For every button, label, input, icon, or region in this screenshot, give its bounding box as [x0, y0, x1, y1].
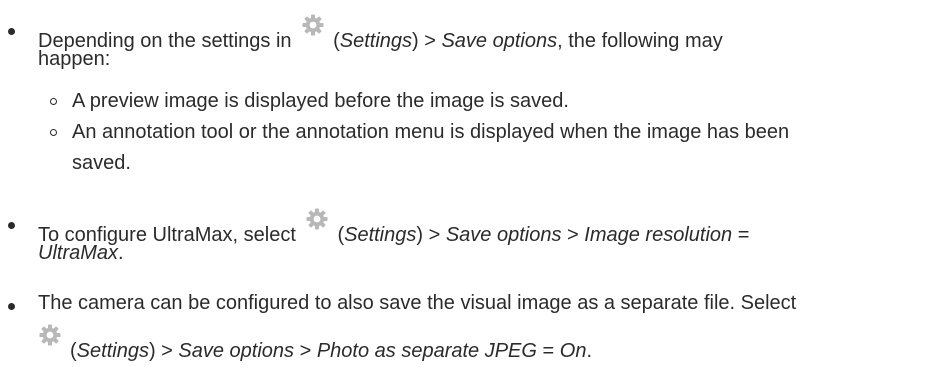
- instruction-list: Depending on the settings in (Settings) …: [0, 0, 952, 362]
- text-fragment: An annotation tool or the annotation men…: [72, 121, 790, 143]
- text-fragment: >: [294, 340, 317, 362]
- sub-bullet-ring: [50, 129, 57, 136]
- menu-path-settings: Settings: [76, 340, 149, 362]
- sub-item-text: An annotation tool or the annotation men…: [72, 117, 922, 148]
- text-fragment: saved.: [72, 152, 131, 174]
- item-line-2: (Settings) > Save options > Photo as sep…: [34, 323, 934, 367]
- text-fragment: happen:: [38, 48, 111, 70]
- bullet-dot: [8, 28, 15, 35]
- gear-icon: [38, 323, 62, 347]
- list-item-save-options: Depending on the settings in (Settings) …: [0, 8, 952, 78]
- gear-icon: [305, 207, 329, 231]
- menu-value-ultramax: UltraMax: [38, 242, 119, 264]
- sub-item-text: A preview image is displayed before the …: [72, 86, 922, 117]
- bullet-dot: [8, 222, 15, 229]
- text-fragment: =: [536, 340, 560, 362]
- text-fragment: .: [118, 242, 124, 264]
- gear-icon: [301, 13, 325, 37]
- sub-item-text-line-2: saved.: [72, 148, 922, 179]
- list-item-photo-separate: The camera can be configured to also sav…: [0, 283, 952, 362]
- text-fragment: A preview image is displayed before the …: [72, 90, 569, 112]
- menu-path-save-options: Save options: [178, 340, 295, 362]
- bullet-dot: [8, 303, 15, 310]
- list-item-ultramax: To configure UltraMax, select (Settings)…: [0, 202, 952, 272]
- sub-item-preview: A preview image is displayed before the …: [50, 86, 930, 118]
- item-line-1: The camera can be configured to also sav…: [38, 288, 938, 319]
- item-line-2: UltraMax.: [38, 238, 938, 269]
- sub-bullet-ring: [50, 98, 57, 105]
- text-fragment: ) >: [148, 340, 179, 362]
- text-fragment: The camera can be configured to also sav…: [38, 292, 797, 314]
- menu-path-photo-separate-jpeg: Photo as separate JPEG: [316, 340, 537, 362]
- text-fragment: .: [586, 340, 593, 362]
- sub-item-annotation: An annotation tool or the annotation men…: [50, 117, 930, 179]
- item-line-2: happen:: [38, 44, 938, 75]
- menu-value-on: On: [559, 340, 587, 362]
